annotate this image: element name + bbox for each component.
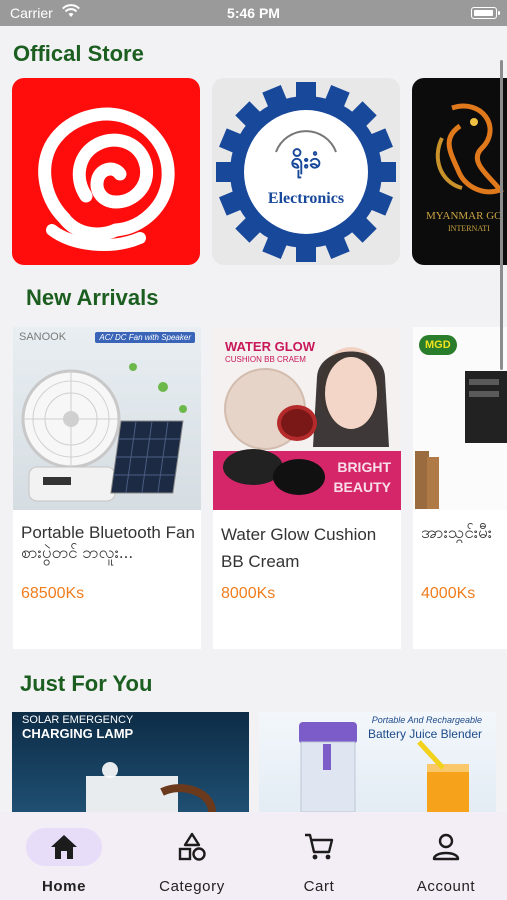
status-bar: Carrier 5:46 PM: [0, 0, 507, 26]
cart-icon: [305, 833, 334, 860]
product-card-charger[interactable]: MGD အားသွင်းမီး 4000Ks: [413, 327, 507, 649]
nav-item-cart[interactable]: Cart: [269, 812, 369, 900]
blender-illustration-icon: [299, 722, 469, 812]
product-image-cushion: WATER GLOW CUSHION BB CRAEM BRIGHT BEAUT…: [213, 327, 401, 510]
myanmar-gold-logo-text: MYANMAR GO: [426, 210, 503, 222]
category-icon-pill: [154, 828, 230, 866]
lamp-illustration-icon: [86, 762, 216, 812]
nav-label-home: Home: [41, 878, 87, 895]
product-name: Water Glow Cushion BB Cream: [221, 525, 377, 571]
jfy-card-lamp[interactable]: SOLAR EMERGENCY CHARGING LAMP: [12, 712, 249, 812]
product-price: 8000Ks: [221, 585, 276, 602]
dragon-logo-icon: [435, 103, 504, 195]
charger-illustration-icon: [415, 371, 507, 509]
cart-icon-pill: [281, 828, 357, 866]
myanmar-gold-logo-caption: INTERNATI: [448, 224, 490, 233]
store-card-rose[interactable]: [12, 78, 200, 265]
product-name: အားသွင်းမီး: [421, 523, 493, 542]
product-card-cushion[interactable]: WATER GLOW CUSHION BB CRAEM BRIGHT BEAUT…: [213, 327, 401, 649]
battery-icon: [471, 7, 500, 19]
home-icon-pill: [26, 828, 102, 866]
cushion-image-tag-1: BRIGHT: [337, 459, 391, 475]
fan-illustration-icon: [21, 363, 187, 502]
home-icon: [51, 835, 77, 859]
clock: 5:46 PM: [227, 5, 280, 21]
product-image-fan: SANOOK AC/ DC Fan with Speaker: [13, 327, 201, 510]
account-icon-pill: [408, 828, 484, 866]
account-icon: [432, 833, 460, 861]
rose-logo-icon: [38, 107, 175, 251]
nav-item-account[interactable]: Account: [396, 812, 496, 900]
nav-item-home[interactable]: Home: [14, 812, 114, 900]
electronics-logo-caption: Electronics: [267, 190, 345, 207]
product-name: Portable Bluetooth Fan စားပွဲတင် ဘလူး...: [21, 523, 195, 562]
scroll-indicator[interactable]: [500, 60, 503, 370]
nav-label-account: Account: [416, 878, 476, 895]
just-for-you-title: Just For You: [20, 671, 153, 696]
cushion-image-title: WATER GLOW: [225, 339, 316, 354]
electronics-logo-text: ရိုးခံ: [290, 149, 322, 174]
bottom-nav: Home Category Cart Account: [0, 812, 507, 900]
jfy-card-blender[interactable]: Portable And Rechargeable Battery Juice …: [259, 712, 496, 812]
nav-label-cart: Cart: [303, 878, 335, 895]
store-card-electronics[interactable]: ရိုးခံ Electronics: [212, 78, 400, 265]
product-price: 68500Ks: [21, 585, 85, 602]
nav-label-category: Category: [159, 878, 225, 895]
product-image-charger: MGD: [413, 327, 507, 510]
category-icon: [178, 832, 206, 861]
product-card-fan[interactable]: SANOOK AC/ DC Fan with Speaker Portable …: [13, 327, 201, 649]
product-price: 4000Ks: [421, 585, 476, 602]
cushion-image-tag-2: BEAUTY: [333, 479, 391, 495]
new-arrivals-title: New Arrivals: [26, 285, 159, 310]
nav-item-category[interactable]: Category: [142, 812, 242, 900]
official-store-title: Offical Store: [13, 41, 144, 66]
cushion-image-subtitle: CUSHION BB CRAEM: [225, 355, 306, 364]
store-card-myanmar-gold[interactable]: MYANMAR GO INTERNATI: [412, 78, 507, 265]
